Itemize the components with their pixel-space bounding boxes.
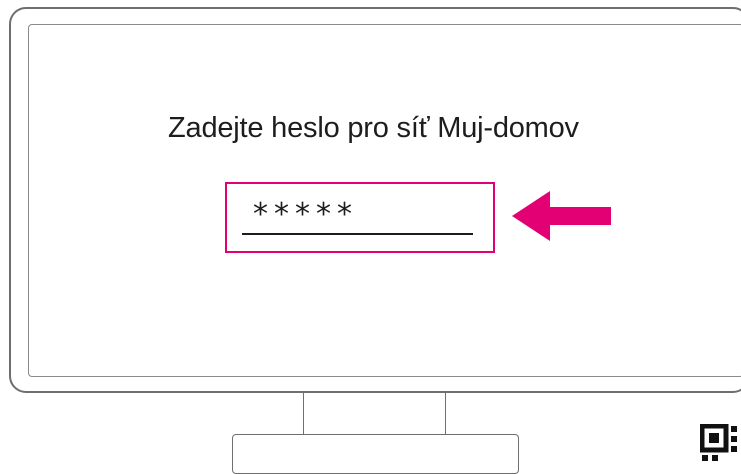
monitor-stand-neck bbox=[303, 392, 446, 436]
monitor-stand-base bbox=[232, 434, 519, 474]
password-value: ***** bbox=[253, 197, 358, 232]
password-prompt: Zadejte heslo pro síť Muj-domov bbox=[168, 112, 579, 144]
qr-code-icon bbox=[700, 424, 737, 461]
password-field[interactable]: ***** bbox=[225, 182, 495, 253]
arrow-left-icon bbox=[512, 191, 611, 241]
password-underline bbox=[242, 233, 473, 235]
